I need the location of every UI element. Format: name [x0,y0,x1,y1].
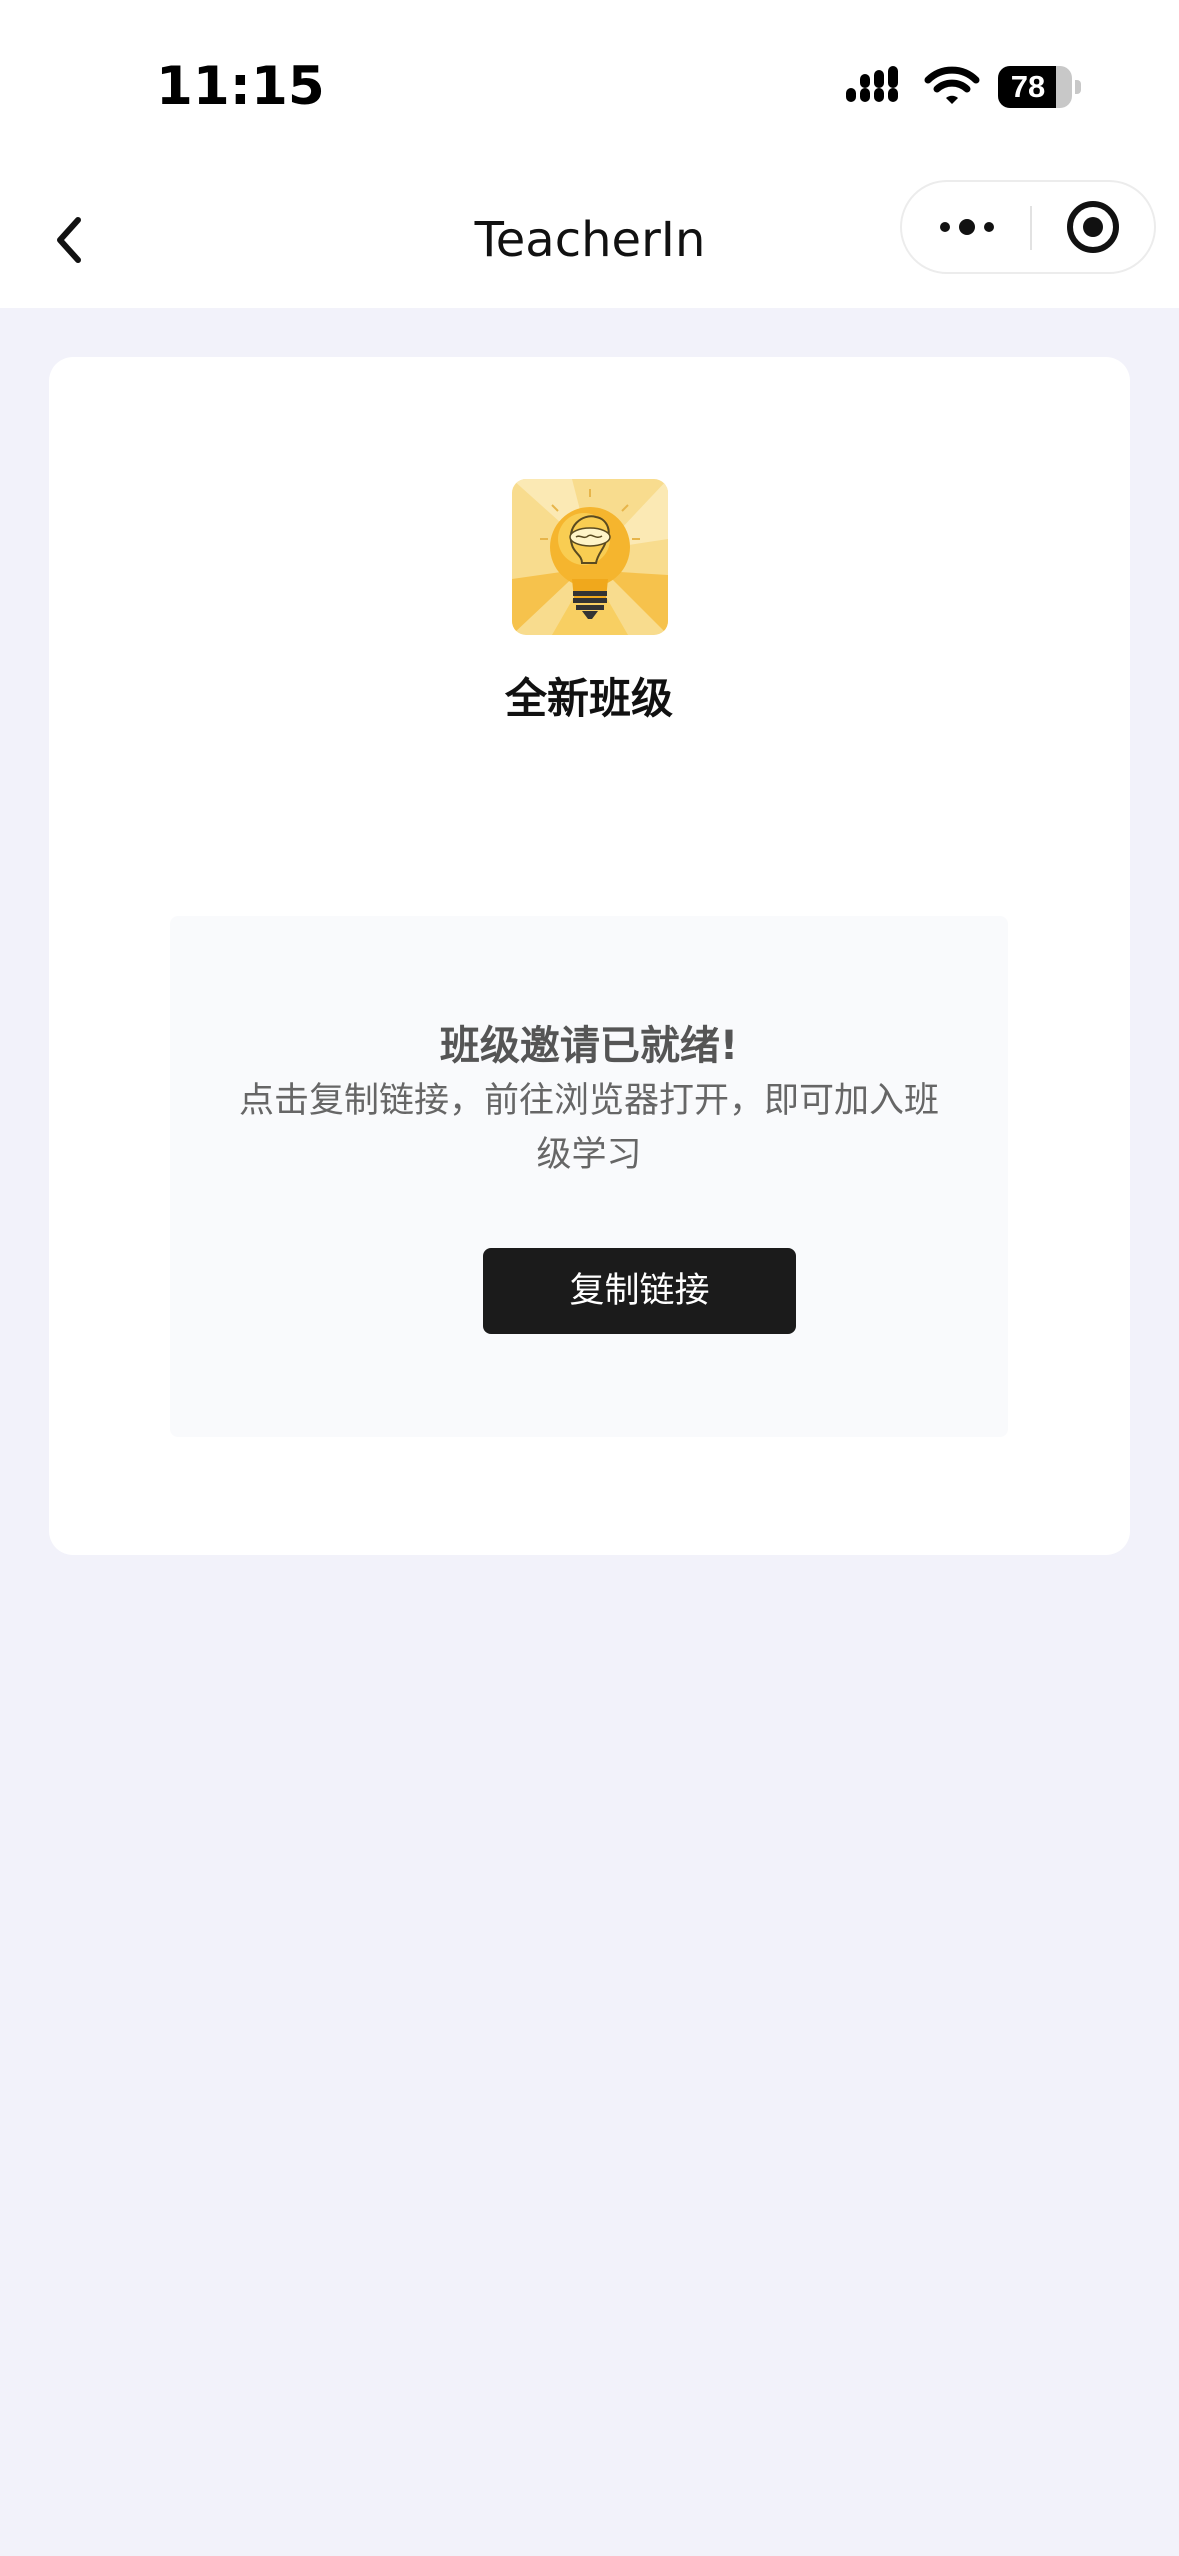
more-dots-icon [940,219,994,235]
status-time: 11:15 [156,56,325,117]
wifi-icon [924,66,980,104]
lightbulb-creative-icon [512,479,668,635]
battery-percent: 78 [1010,69,1046,104]
invite-description: 点击复制链接，前往浏览器打开，即可加入班级学习 [238,1081,939,1175]
class-name: 全新班级 [504,674,673,723]
close-button[interactable] [1032,182,1154,272]
invite-title: 班级邀请已就绪! [439,1023,739,1069]
back-button[interactable] [40,200,100,280]
more-button[interactable] [904,182,1030,272]
target-close-icon [1067,201,1119,253]
top-bar: 11:15 78 TeacherIn [0,0,1179,308]
cellular-signal-icon [846,66,898,102]
class-logo [512,479,668,635]
battery-icon: 78 [998,66,1082,108]
invite-panel: 班级邀请已就绪! 点击复制链接，前往浏览器打开，即可加入班级学习 复制链接 [170,916,1008,1437]
class-invite-card: 全新班级 班级邀请已就绪! 点击复制链接，前往浏览器打开，即可加入班级学习 复制… [49,357,1130,1555]
copy-link-button[interactable]: 复制链接 [483,1248,796,1334]
chevron-left-icon [57,217,81,263]
mini-program-capsule [900,180,1156,274]
page-title: TeacherIn [474,212,706,268]
